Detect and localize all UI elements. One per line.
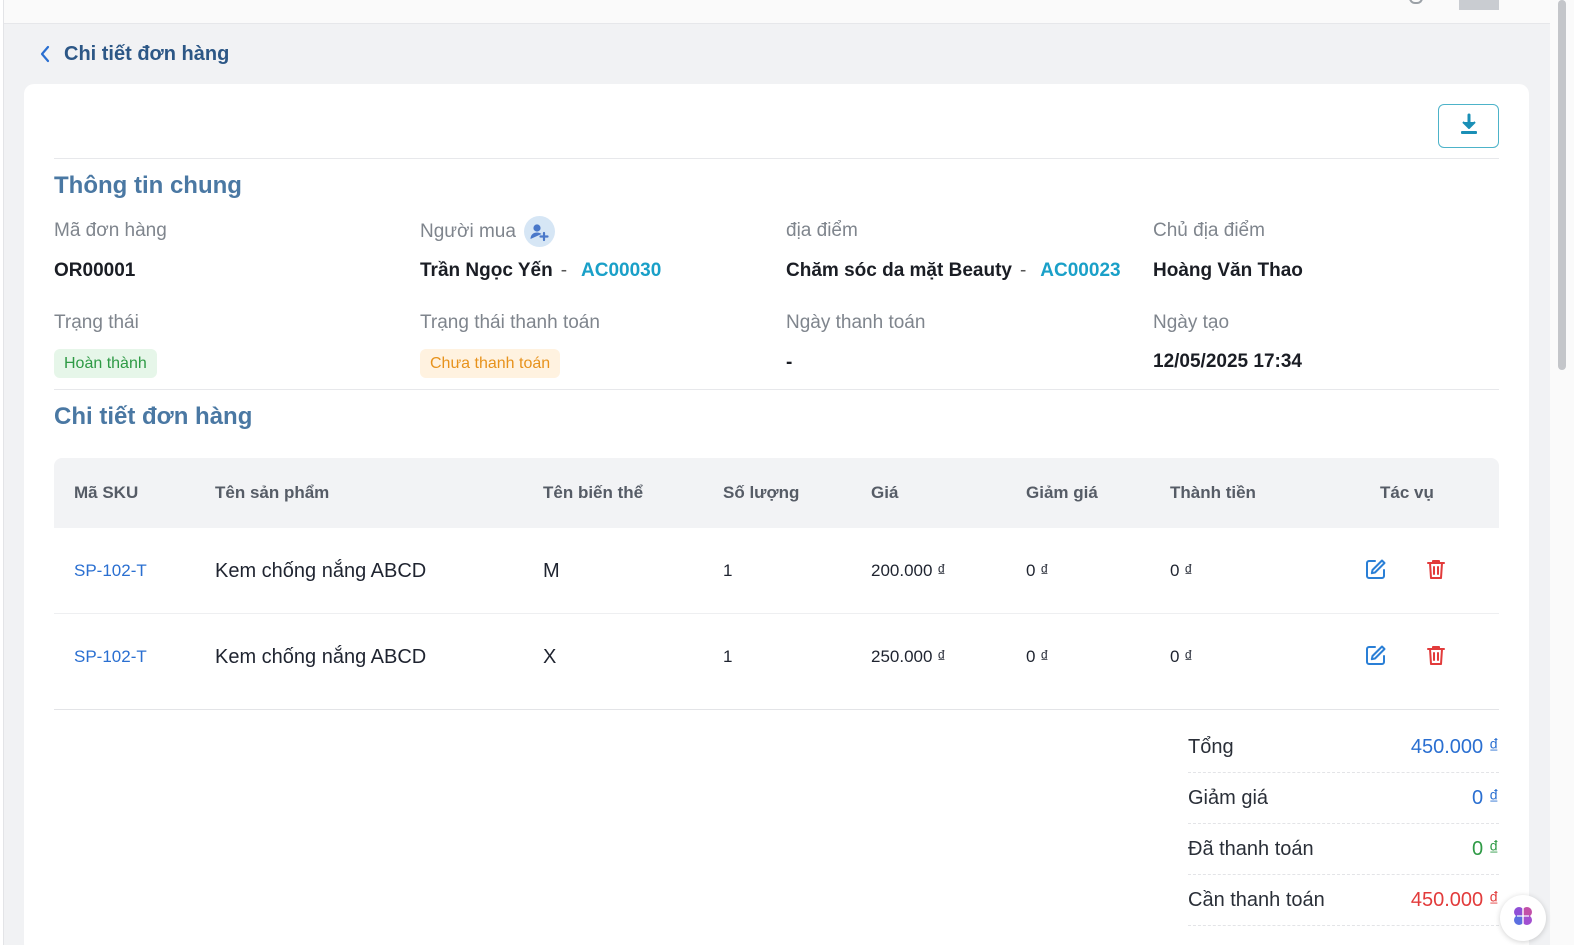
buyer-name: Trần Ngọc Yến [420,260,553,281]
row-product-name: Kem chống nắng ABCD [215,645,427,668]
page-header: Chi tiết đơn hàng [38,40,229,68]
order-items-table: Mã SKU Tên sản phẩm Tên biến thể Số lượn… [54,458,1499,710]
order-code-label: Mã đơn hàng [54,220,167,241]
payment-status-label: Trạng thái thanh toán [420,312,600,333]
row-product-name: Kem chống nắng ABCD [215,559,427,582]
trash-icon [1425,644,1447,671]
summary-total-label: Tổng [1188,735,1234,758]
owner-label: Chủ địa điểm [1153,220,1265,241]
row-sku-link[interactable]: SP-102-T [74,614,147,700]
payment-date-label: Ngày thanh toán [786,312,926,333]
col-actions: Tác vụ [1380,483,1434,502]
scrollbar-thumb[interactable] [1558,0,1566,370]
order-code-value: OR00001 [54,260,136,281]
row-price: 250.000 ₫ [871,647,946,666]
table-row: SP-102-T Kem chống nắng ABCD X 1 250.000… [54,614,1499,710]
left-edge [0,0,4,945]
help-icon[interactable] [1409,0,1423,4]
order-summary: Tổng 450.000 ₫ Giảm giá 0 ₫ Đã thanh toá… [1188,722,1499,926]
trash-icon [1425,558,1447,585]
location-code-link[interactable]: AC00023 [1040,260,1120,281]
col-total: Thành tiền [1170,483,1256,502]
location-label: địa điểm [786,220,858,241]
order-card: Thông tin chung Mã đơn hàng OR00001 Ngườ… [24,84,1529,945]
scrollbar-track[interactable] [1550,0,1574,945]
row-total: 0 ₫ [1170,647,1193,666]
download-icon [1458,112,1480,141]
summary-due-value: 450.000 ₫ [1410,888,1499,911]
buyer-label: Người mua [420,220,516,242]
divider [54,158,1499,159]
buyer-code-link[interactable]: AC00030 [581,260,661,281]
top-bar [4,0,1550,24]
owner-value: Hoàng Văn Thao [1153,260,1303,281]
payment-status-badge: Chưa thanh toán [420,349,561,378]
page-title: Chi tiết đơn hàng [64,42,230,65]
order-details-title: Chi tiết đơn hàng [54,403,253,430]
row-price: 200.000 ₫ [871,561,946,580]
summary-due-row: Cần thanh toán 450.000 ₫ [1188,875,1499,926]
buyer-value: Trần Ngọc Yến - AC00030 [420,260,661,282]
col-variant: Tên biến thể [543,483,644,502]
row-quantity: 1 [723,561,733,580]
summary-discount-value: 0 ₫ [1472,786,1499,809]
summary-total-value: 450.000 ₫ [1410,735,1499,758]
created-date-value: 12/05/2025 17:34 [1153,351,1302,372]
buyer-separator: - [560,260,568,281]
row-variant: X [543,645,557,668]
col-quantity: Số lượng [723,483,800,502]
col-price: Giá [871,483,899,502]
delete-button[interactable] [1424,645,1448,669]
edit-icon [1365,558,1387,585]
location-name: Chăm sóc da mặt Beauty [786,260,1012,281]
col-discount: Giảm giá [1026,483,1098,502]
edit-button[interactable] [1364,559,1388,583]
location-separator: - [1019,260,1027,281]
assistant-button[interactable] [1500,895,1546,941]
delete-button[interactable] [1424,559,1448,583]
summary-discount-row: Giảm giá 0 ₫ [1188,773,1499,824]
edit-icon [1365,644,1387,671]
general-info-title: Thông tin chung [54,172,242,199]
brain-icon [1510,903,1536,934]
user-add-icon[interactable] [523,216,555,247]
row-total: 0 ₫ [1170,561,1193,580]
summary-paid-row: Đã thanh toán 0 ₫ [1188,824,1499,875]
col-sku: Mã SKU [74,483,139,502]
user-avatar[interactable] [1459,0,1499,10]
chevron-left-icon[interactable] [38,45,52,63]
status-label: Trạng thái [54,312,139,333]
status-badge: Hoàn thành [54,349,157,378]
summary-paid-label: Đã thanh toán [1188,837,1314,860]
row-sku-link[interactable]: SP-102-T [74,528,147,614]
row-discount: 0 ₫ [1026,647,1049,666]
row-quantity: 1 [723,647,733,666]
location-value: Chăm sóc da mặt Beauty - AC00023 [786,260,1121,282]
divider [54,389,1499,390]
summary-discount-label: Giảm giá [1188,786,1269,809]
edit-button[interactable] [1364,645,1388,669]
summary-paid-value: 0 ₫ [1472,837,1499,860]
table-header: Mã SKU Tên sản phẩm Tên biến thể Số lượn… [54,458,1499,528]
table-row: SP-102-T Kem chống nắng ABCD M 1 200.000… [54,528,1499,614]
summary-due-label: Cần thanh toán [1188,888,1325,911]
download-button[interactable] [1438,104,1499,148]
created-date-label: Ngày tạo [1153,312,1230,333]
buyer-label-row: Người mua [420,216,555,247]
summary-total-row: Tổng 450.000 ₫ [1188,722,1499,773]
row-variant: M [543,559,560,582]
col-product-name: Tên sản phẩm [215,483,330,502]
payment-date-value: - [786,352,793,373]
row-discount: 0 ₫ [1026,561,1049,580]
